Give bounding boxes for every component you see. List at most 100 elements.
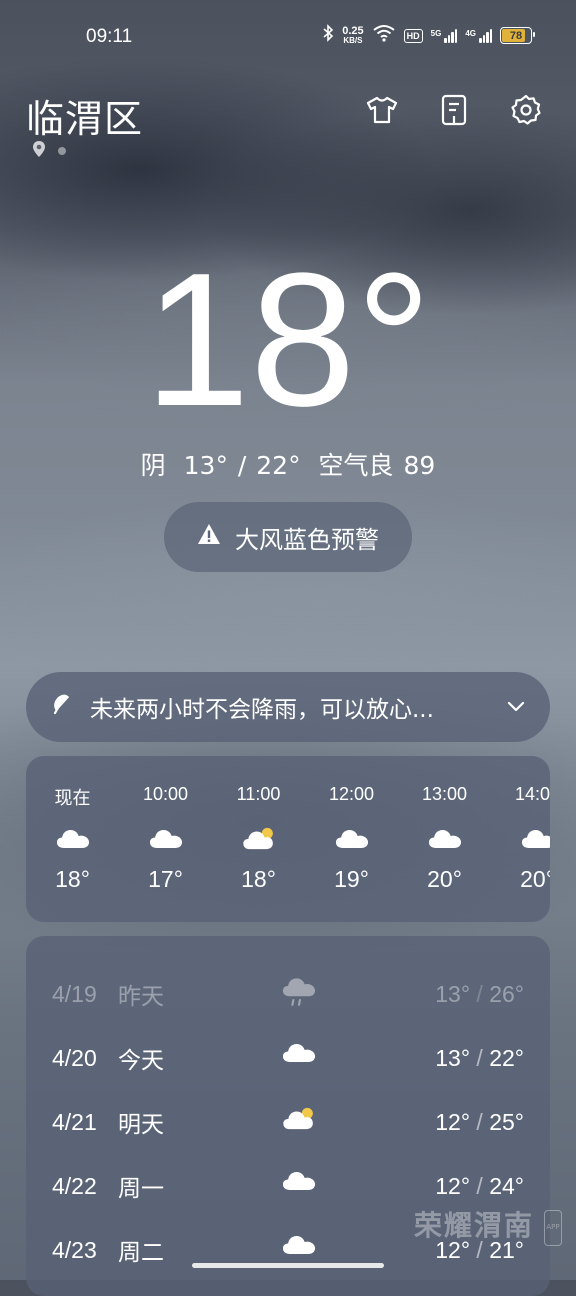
watermark-app-badge: APP — [544, 1210, 562, 1246]
city-name[interactable]: 临渭区 — [26, 88, 143, 143]
cloud-icon — [149, 824, 183, 852]
partly-cloudy-icon — [282, 1106, 316, 1136]
daily-low: 12° — [435, 1108, 471, 1135]
daily-row[interactable]: 4/19 昨天 13° / 26° — [26, 974, 550, 1014]
current-condition: 阴 — [140, 451, 166, 480]
signal-4g-icon: 4G — [465, 28, 492, 43]
daily-row[interactable]: 4/20 今天 13° / 22° — [26, 1038, 550, 1078]
hourly-temp: 18° — [241, 866, 276, 892]
range-separator: / — [470, 1044, 490, 1071]
range-separator: / — [470, 980, 490, 1007]
battery-level: 78 — [509, 29, 523, 42]
current-temperature-value: 18 — [144, 234, 356, 446]
hourly-time: 14:00 — [514, 784, 550, 804]
hourly-temp: 17° — [148, 866, 183, 892]
hourly-temp: 20° — [520, 866, 550, 892]
network-speed-value: 0.25 — [342, 24, 364, 37]
alert-label: 大风蓝色预警 — [235, 525, 379, 554]
gear-icon[interactable] — [508, 92, 544, 128]
status-icons: 0.25 KB/S HD 5G 4G 78 — [322, 24, 535, 47]
hourly-temp: 19° — [334, 866, 369, 892]
rain-forecast-card[interactable]: 未来两小时不会降雨，可以放心... — [26, 672, 550, 742]
cloud-icon — [56, 824, 90, 852]
cloud-icon — [335, 824, 369, 852]
range-separator: / — [470, 1172, 490, 1199]
daily-range: 12° / 25° — [435, 1109, 524, 1136]
wifi-icon — [372, 24, 396, 47]
location-pin-icon — [32, 140, 46, 162]
warning-icon — [197, 523, 221, 551]
degree-symbol: ° — [355, 234, 432, 446]
daily-day-name: 周一 — [118, 1176, 164, 1202]
hourly-item[interactable]: 14:00 20° — [491, 756, 550, 893]
daily-day-name: 今天 — [118, 1048, 164, 1074]
daily-date: 4/23 — [52, 1236, 97, 1263]
current-temperature: 18° — [0, 240, 576, 440]
daily-range: 13° / 26° — [435, 981, 524, 1008]
hourly-temp: 20° — [427, 866, 462, 892]
daily-low: 13° — [435, 1044, 471, 1071]
cloud-icon — [428, 824, 462, 852]
hourly-item[interactable]: 11:00 18° — [212, 756, 305, 893]
cloud-icon — [282, 1042, 316, 1069]
hourly-time: 现在 — [54, 788, 91, 808]
hourly-item[interactable]: 10:00 17° — [119, 756, 212, 893]
daily-low: 12° — [435, 1172, 471, 1199]
weather-alert-button[interactable]: 大风蓝色预警 — [164, 502, 412, 572]
network-speed-unit: KB/S — [343, 35, 363, 45]
daily-range: 12° / 24° — [435, 1173, 524, 1200]
umbrella-icon — [50, 692, 74, 722]
daily-date: 4/22 — [52, 1172, 97, 1199]
daily-date: 4/20 — [52, 1044, 97, 1071]
network-speed: 0.25 KB/S — [342, 24, 364, 45]
location-page-indicator — [32, 140, 66, 162]
bluetooth-icon — [322, 24, 334, 47]
hourly-time: 10:00 — [142, 784, 189, 804]
watermark-logo: 荣耀渭南 — [413, 1209, 534, 1242]
rain-cloud-icon — [282, 978, 316, 1013]
daily-date: 4/19 — [52, 980, 97, 1007]
signal-5g-label: 5G — [430, 28, 442, 38]
weather-summary: 阴 13° / 22° 空气良 89 — [0, 446, 576, 482]
document-icon[interactable] — [436, 92, 472, 128]
daily-row[interactable]: 4/21 明天 12° / 25° — [26, 1102, 550, 1142]
battery-icon: 78 — [500, 27, 535, 44]
home-indicator[interactable] — [192, 1263, 384, 1268]
chevron-down-icon[interactable] — [506, 694, 526, 720]
daily-range: 13° / 22° — [435, 1045, 524, 1072]
cloud-icon — [282, 1234, 316, 1261]
today-range: 13° / 22° — [183, 451, 301, 480]
hourly-forecast-card[interactable]: 现在 18° 10:00 17° 11:00 18° 12:00 19° 13:00 20° 14:… — [26, 756, 550, 922]
signal-4g-label: 4G — [465, 28, 476, 38]
hourly-item[interactable]: 13:00 20° — [398, 756, 491, 893]
signal-5g-icon: 5G — [430, 28, 458, 43]
daily-high: 25° — [489, 1108, 524, 1135]
daily-high: 26° — [489, 980, 524, 1007]
range-separator: / — [470, 1108, 490, 1135]
partly-cloudy-icon — [242, 824, 276, 852]
cloud-icon — [282, 1170, 316, 1197]
cloud-icon — [521, 824, 550, 852]
rain-forecast-text: 未来两小时不会降雨，可以放心... — [90, 697, 434, 723]
daily-low: 13° — [435, 980, 471, 1007]
hourly-forecast-row[interactable]: 现在 18° 10:00 17° 11:00 18° 12:00 19° 13:00 20° 14:… — [26, 756, 550, 893]
air-quality[interactable]: 空气良 89 — [319, 451, 436, 480]
page-dot — [58, 147, 66, 155]
hourly-time: 12:00 — [328, 784, 375, 804]
daily-day-name: 明天 — [118, 1112, 164, 1138]
hourly-item[interactable]: 12:00 19° — [305, 756, 398, 893]
header-actions — [364, 92, 544, 128]
hourly-item[interactable]: 现在 18° — [26, 756, 119, 893]
hd-badge: HD — [403, 28, 423, 43]
daily-row[interactable]: 4/22 周一 12° / 24° — [26, 1166, 550, 1206]
hourly-time: 13:00 — [421, 784, 468, 804]
shirt-icon[interactable] — [364, 92, 400, 128]
daily-high: 22° — [489, 1044, 524, 1071]
hourly-temp: 18° — [55, 866, 90, 892]
daily-date: 4/21 — [52, 1108, 97, 1135]
hourly-time: 11:00 — [236, 784, 281, 804]
daily-day-name: 昨天 — [118, 984, 164, 1010]
status-time: 09:11 — [86, 26, 133, 47]
daily-day-name: 周二 — [118, 1240, 164, 1266]
daily-high: 24° — [489, 1172, 524, 1199]
